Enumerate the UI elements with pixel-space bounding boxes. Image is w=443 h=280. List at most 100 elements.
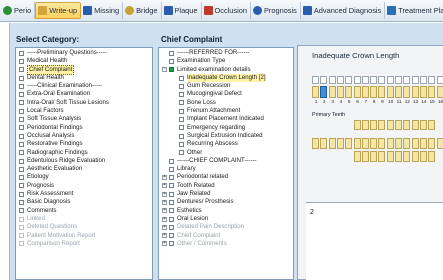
tree-item[interactable]: Surgical Extrusion Indicated [159,132,293,140]
toolbar-prognosis-button[interactable]: Prognosis [251,2,301,19]
upper-tooth[interactable] [386,86,394,98]
tree-checkbox[interactable] [179,125,184,131]
tree-item[interactable]: Implant Placement Indicated [159,115,293,123]
category-checkbox[interactable] [19,166,24,172]
upper-tooth[interactable] [320,86,328,98]
upper-tooth[interactable] [345,86,353,98]
upper-tooth[interactable] [312,86,319,98]
lower-tooth[interactable] [370,138,378,149]
lower-tooth[interactable] [411,138,419,149]
lower-tooth[interactable] [436,138,443,149]
expand-icon[interactable]: + [162,233,167,239]
tree-checkbox[interactable] [179,92,184,98]
lower-primary-tooth[interactable] [353,151,361,162]
tree-item[interactable]: Other [159,149,293,157]
expand-icon[interactable]: + [162,199,167,205]
primary-tooth[interactable] [419,120,427,130]
toolbar-advanced-diagnosis-button[interactable]: Advanced Diagnosis [301,2,386,19]
toolbar-treatment-pla-button[interactable]: Treatment Pla [385,2,443,19]
category-checkbox[interactable] [19,67,24,73]
lower-tooth[interactable] [428,138,436,149]
upper-tooth[interactable] [378,86,386,98]
primary-tooth[interactable] [361,120,369,130]
category-item[interactable]: Linked [16,215,152,223]
upper-tooth[interactable] [411,86,419,98]
category-checkbox[interactable] [19,117,24,123]
category-item[interactable]: Comments [16,207,152,215]
tree-checkbox[interactable] [169,67,174,73]
tree-checkbox[interactable] [169,216,174,222]
primary-tooth[interactable] [428,120,436,130]
upper-tooth[interactable] [336,86,344,98]
tree-checkbox[interactable] [169,50,174,56]
primary-tooth[interactable] [395,120,402,130]
lower-tooth[interactable] [320,138,328,149]
tree-checkbox[interactable] [179,141,184,147]
category-item[interactable]: Local Factors [16,107,152,115]
lower-tooth[interactable] [395,138,402,149]
category-item[interactable]: Prognosis [16,182,152,190]
toolbar-plaque-button[interactable]: Plaque [162,2,202,19]
category-item[interactable]: Chief Complaint [16,64,152,75]
primary-tooth[interactable] [403,120,411,130]
lower-primary-tooth[interactable] [403,151,411,162]
tree-item[interactable]: + Tooth Related [159,182,293,190]
category-item[interactable]: Extra-Oral Examination [16,90,152,98]
note-box[interactable]: 2 [306,202,443,280]
upper-tooth[interactable] [328,86,336,98]
category-checkbox[interactable] [19,233,24,239]
lower-tooth[interactable] [328,138,336,149]
tree-item[interactable]: + Oral Lesion [159,215,293,223]
category-checkbox[interactable] [19,175,24,181]
tree-checkbox[interactable] [179,108,184,114]
tree-checkbox[interactable] [169,158,174,164]
category-item[interactable]: Etiology [16,173,152,181]
category-item[interactable]: -----Clinical Examination----- [16,82,152,90]
tree-item[interactable]: + Delated Pain Description [159,223,293,231]
tree-item[interactable]: Recurring Abscess [159,140,293,148]
lower-primary-tooth[interactable] [419,151,427,162]
expand-icon[interactable]: + [162,175,167,181]
tree-checkbox[interactable] [169,224,174,230]
tree-checkbox[interactable] [169,58,174,64]
category-item[interactable]: Patient Motivation Report [16,232,152,240]
lower-tooth[interactable] [336,138,344,149]
primary-tooth[interactable] [411,120,419,130]
lower-tooth[interactable] [361,138,369,149]
expand-icon[interactable]: + [162,191,167,197]
tree-checkbox[interactable] [169,208,174,214]
category-item[interactable]: Comparison Report [16,240,152,248]
category-item[interactable]: Soft Tissue Analysis [16,115,152,123]
category-list[interactable]: -----Preliminary Questions----- Medical H… [15,47,153,280]
upper-tooth[interactable] [395,86,402,98]
chief-complaint-tree[interactable]: ------REFERRED FOR------ Examination Type… [158,47,294,280]
category-checkbox[interactable] [19,50,24,56]
toolbar-occlusion-button[interactable]: Occlusion [202,2,251,19]
category-checkbox[interactable] [19,75,24,81]
category-checkbox[interactable] [19,125,24,131]
category-checkbox[interactable] [19,216,24,222]
lower-tooth[interactable] [403,138,411,149]
lower-primary-tooth[interactable] [370,151,378,162]
upper-tooth[interactable] [428,86,436,98]
category-item[interactable]: Aesthetic Evaluation [16,165,152,173]
tree-checkbox[interactable] [169,175,174,181]
tree-item[interactable]: - Limited examination details [159,66,293,74]
category-item[interactable]: Dental Health [16,74,152,82]
tree-item[interactable]: + Chief Complaint [159,232,293,240]
category-checkbox[interactable] [19,58,24,64]
category-checkbox[interactable] [19,208,24,214]
tree-checkbox[interactable] [169,166,174,172]
category-checkbox[interactable] [19,108,24,114]
category-checkbox[interactable] [19,141,24,147]
category-item[interactable]: Deleted Questions [16,223,152,231]
lower-primary-tooth[interactable] [395,151,402,162]
tree-item[interactable]: ------CHIEF COMPLAINT------ [159,157,293,165]
lower-primary-tooth[interactable] [361,151,369,162]
category-item[interactable]: Periodontal Findings [16,124,152,132]
category-item[interactable]: Restorative Findings [16,140,152,148]
primary-tooth[interactable] [370,120,378,130]
toolbar-bridge-button[interactable]: Bridge [123,2,162,19]
category-item[interactable]: Basic Diagnosis [16,198,152,206]
category-checkbox[interactable] [19,83,24,89]
